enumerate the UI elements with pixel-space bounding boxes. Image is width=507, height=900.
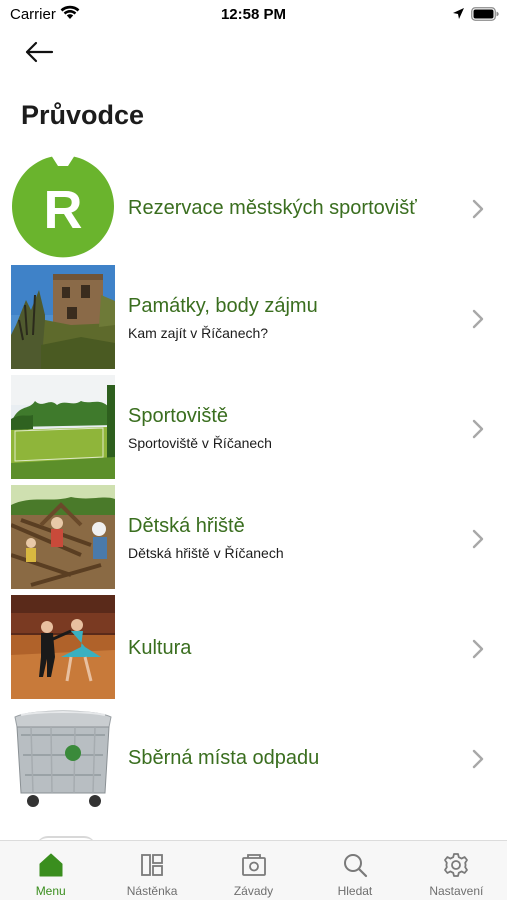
list-item-sportoviste[interactable]: Sportoviště Sportoviště v Říčanech (0, 373, 507, 483)
status-time: 12:58 PM (220, 6, 287, 23)
dancers-photo (11, 595, 115, 699)
tab-hledat[interactable]: Hledat (304, 841, 405, 900)
tab-label: Hledat (337, 884, 373, 898)
search-icon (343, 854, 368, 878)
castle-ruin-photo (11, 265, 115, 369)
item-title: Památky, body zájmu (128, 295, 318, 317)
item-title: Sportoviště (128, 405, 229, 427)
camera-icon (241, 854, 266, 876)
location-arrow-icon (453, 8, 464, 19)
tab-nastenka[interactable]: Nástěnka (101, 841, 202, 900)
back-arrow-icon[interactable] (22, 38, 58, 66)
item-title: Kultura (128, 636, 192, 659)
screen: Carrier 12:58 PM Průvodce R Rezervace mě… (0, 0, 507, 900)
playground-photo (11, 485, 115, 589)
guide-list: R Rezervace městských sportovišť Památky… (0, 153, 507, 813)
page-title: Průvodce (21, 100, 145, 130)
tab-label: Nastavení (429, 884, 484, 898)
tab-label: Nástěnka (126, 884, 178, 898)
chevron-right-icon (472, 199, 484, 219)
chevron-right-icon (472, 749, 484, 769)
list-item-detska-hriste[interactable]: Dětská hřiště Dětská hřiště v Říčanech (0, 483, 507, 593)
battery-icon (471, 7, 499, 21)
chevron-right-icon (472, 529, 484, 549)
home-icon (39, 853, 63, 877)
letter-r-logo: R (11, 155, 115, 259)
tab-zavady[interactable]: Závady (203, 841, 304, 900)
list-item-pamatky[interactable]: Památky, body zájmu Kam zajít v Říčanech… (0, 263, 507, 373)
logo-letter: R (44, 180, 83, 240)
item-title: Dětská hřiště (128, 515, 245, 537)
item-title: Rezervace městských sportovišť (128, 196, 417, 219)
list-item-rezervace[interactable]: R Rezervace městských sportovišť (0, 153, 507, 263)
tab-label: Menu (35, 884, 66, 898)
chevron-right-icon (472, 419, 484, 439)
sports-field-photo (11, 375, 115, 479)
item-subtitle: Dětská hřiště v Říčanech (128, 545, 284, 561)
tab-label: Závady (233, 884, 274, 898)
chevron-right-icon (472, 309, 484, 329)
item-title: Sběrná místa odpadu (128, 746, 320, 769)
list-item-kultura[interactable]: Kultura (0, 593, 507, 703)
board-icon (141, 854, 164, 876)
list-item-sberna-mista[interactable]: Sběrná místa odpadu (0, 703, 507, 813)
tab-bar: Menu Nástěnka Závady Hledat Nastavení (0, 840, 507, 900)
item-subtitle: Kam zajít v Říčanech? (128, 325, 269, 341)
chevron-right-icon (472, 639, 484, 659)
waste-container-photo (11, 705, 115, 809)
tab-menu[interactable]: Menu (0, 841, 101, 900)
gear-icon (444, 853, 469, 877)
tab-nastaveni[interactable]: Nastavení (406, 841, 507, 900)
status-bar: Carrier 12:58 PM (0, 0, 507, 30)
item-subtitle: Sportoviště v Říčanech (128, 435, 272, 451)
